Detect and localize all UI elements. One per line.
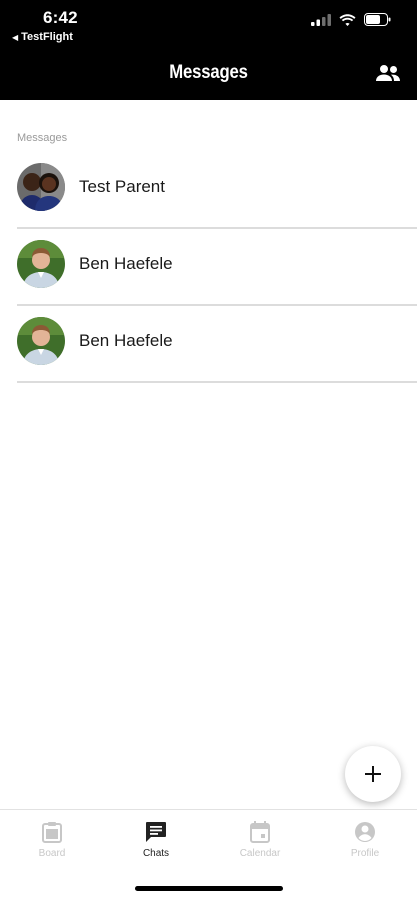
avatar [17, 316, 65, 365]
calendar-icon [250, 821, 270, 843]
board-icon [42, 822, 62, 843]
page-title: Messages [169, 62, 248, 83]
conversation-name: Test Parent [79, 176, 165, 196]
status-icons [311, 13, 391, 26]
tab-profile[interactable]: Profile [325, 820, 405, 859]
back-app-label: TestFlight [21, 31, 73, 43]
tab-chats[interactable]: Chats [116, 820, 196, 859]
new-message-button[interactable] [345, 746, 401, 802]
top-bar: 6:42 ◀ TestFlight Messages [0, 0, 417, 100]
section-label: Messages [17, 132, 68, 144]
avatar-man-image [17, 316, 65, 365]
avatar-man-image [17, 239, 65, 288]
avatar [17, 239, 65, 288]
plus-icon [365, 766, 381, 782]
conversation-row[interactable]: Test Parent [17, 152, 417, 229]
row-divider [17, 381, 417, 383]
tab-chats-label: Chats [142, 848, 170, 859]
tab-board-label: Board [38, 848, 66, 859]
battery-icon [364, 13, 391, 26]
status-time: 6:42 [43, 8, 78, 27]
tab-profile-label: Profile [350, 848, 380, 859]
back-triangle-icon: ◀ [12, 32, 19, 42]
tab-calendar-label: Calendar [239, 848, 281, 859]
conversation-row[interactable]: Ben Haefele [17, 229, 417, 306]
avatar-couple-image [17, 162, 65, 211]
tab-calendar[interactable]: Calendar [220, 820, 300, 859]
cellular-signal-icon [311, 13, 331, 26]
new-group-button[interactable] [373, 60, 403, 86]
people-icon [376, 65, 400, 81]
conversation-list: Test Parent Ben Haefele Ben Haefele [17, 152, 417, 383]
conversation-name: Ben Haefele [79, 330, 173, 350]
wifi-icon [339, 13, 356, 26]
home-indicator [135, 886, 283, 891]
conversation-row[interactable]: Ben Haefele [17, 306, 417, 383]
back-to-app-link[interactable]: ◀ TestFlight [12, 31, 73, 43]
tab-board[interactable]: Board [12, 820, 92, 859]
chat-icon [146, 822, 166, 842]
conversation-name: Ben Haefele [79, 253, 173, 273]
profile-icon [355, 822, 375, 842]
avatar [17, 162, 65, 211]
